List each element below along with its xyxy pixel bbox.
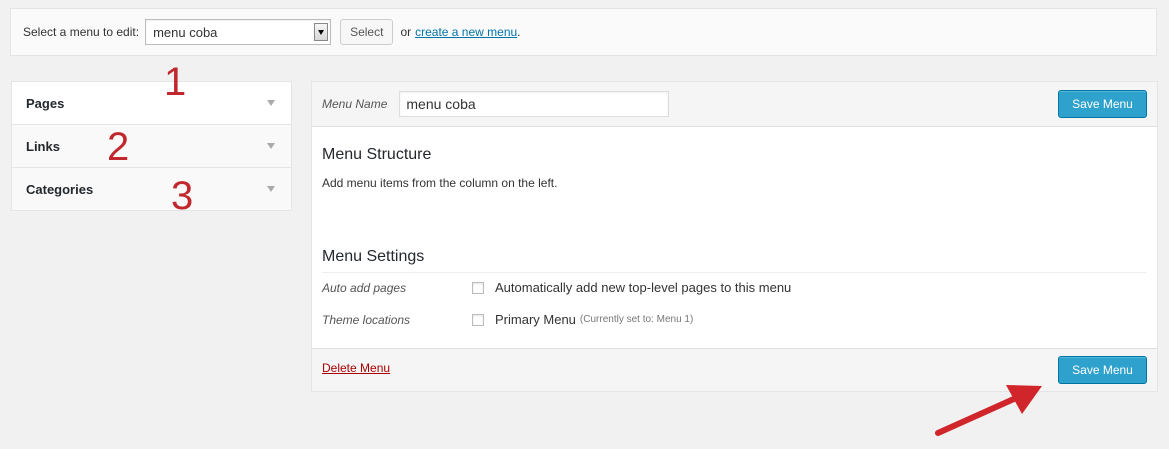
accordion-pages-label: Pages (26, 95, 65, 111)
save-menu-button-top[interactable]: Save Menu (1058, 90, 1147, 118)
auto-add-pages-label: Auto add pages (322, 281, 407, 295)
menu-items-accordion: Pages Links Categories (11, 81, 292, 211)
triangle-down-icon[interactable] (267, 100, 275, 106)
primary-menu-checkbox[interactable] (472, 313, 484, 326)
auto-add-pages-text: Automatically add new top-level pages to… (495, 280, 792, 295)
menu-select-bar: Select a menu to edit: menu coba Select … (10, 8, 1157, 56)
auto-add-pages-checkbox[interactable] (472, 281, 484, 294)
accordion-links[interactable]: Links (12, 125, 291, 168)
delete-menu-link[interactable]: Delete Menu (322, 361, 390, 375)
accordion-categories[interactable]: Categories (12, 168, 291, 210)
menu-select-value: menu coba (153, 24, 218, 40)
section-divider (322, 272, 1147, 273)
primary-menu-text: Primary Menu (495, 312, 576, 327)
create-new-menu-link[interactable]: create a new menu (415, 25, 517, 39)
accordion-categories-label: Categories (26, 181, 94, 197)
annotation-number-2: 2 (107, 125, 130, 169)
select-button[interactable]: Select (340, 19, 394, 45)
menu-name-input[interactable]: menu coba (399, 91, 670, 117)
menu-header: Menu Name menu coba Save Menu (312, 82, 1157, 127)
menu-edit-panel: Menu Name menu coba Save Menu Menu Struc… (311, 81, 1158, 392)
menu-name-value: menu coba (406, 96, 476, 112)
or-text: or (400, 25, 412, 39)
triangle-down-icon[interactable] (267, 143, 275, 149)
auto-add-pages-option[interactable]: Automatically add new top-level pages to… (472, 280, 791, 295)
annotation-arrow-shaft (935, 395, 1019, 436)
annotation-number-1: 1 (164, 60, 187, 104)
annotation-number-3: 3 (171, 174, 194, 218)
period-text: . (517, 25, 521, 39)
primary-menu-option[interactable]: Primary Menu (Currently set to: Menu 1) (472, 312, 693, 327)
menu-name-label: Menu Name (322, 97, 388, 111)
select-menu-label: Select a menu to edit: (23, 25, 140, 39)
annotation-arrow-icon (935, 385, 1042, 436)
menu-structure-hint: Add menu items from the column on the le… (322, 176, 558, 190)
theme-locations-label: Theme locations (322, 313, 411, 327)
accordion-pages[interactable]: Pages (12, 82, 291, 125)
triangle-down-icon[interactable] (267, 186, 275, 192)
accordion-links-label: Links (26, 138, 60, 154)
primary-menu-note: (Currently set to: Menu 1) (579, 314, 694, 325)
menu-body: Menu Structure Add menu items from the c… (312, 127, 1157, 349)
menu-select-dropdown[interactable]: menu coba (145, 19, 332, 45)
menu-settings-title: Menu Settings (322, 248, 425, 265)
save-menu-button-bottom[interactable]: Save Menu (1058, 356, 1147, 384)
menu-structure-title: Menu Structure (322, 146, 432, 163)
chevron-down-icon[interactable] (314, 23, 329, 41)
